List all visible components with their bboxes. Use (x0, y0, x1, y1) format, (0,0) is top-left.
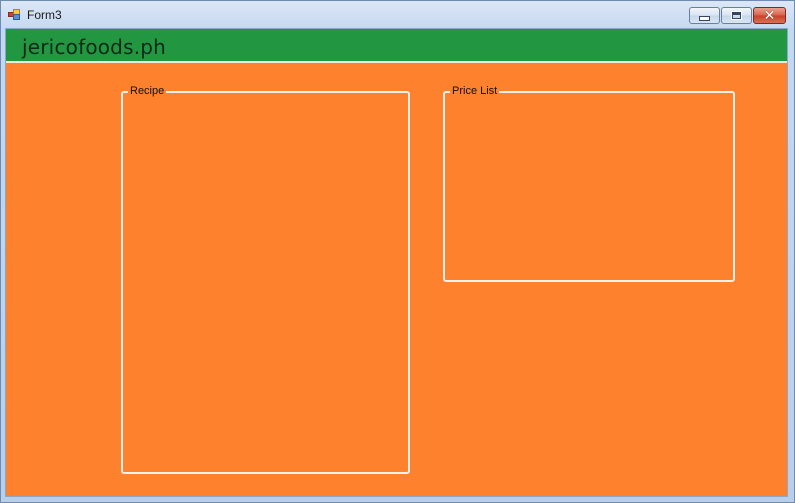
price-list-groupbox: Price List (443, 85, 735, 282)
app-icon (8, 9, 20, 20)
minimize-icon (699, 16, 710, 21)
form-client-area: jericofoods.ph Recipe Price List (5, 28, 788, 497)
window-title: Form3 (27, 8, 62, 22)
form3-window: Form3 ✕ jericofoods.ph Recipe Price List (0, 0, 795, 503)
brand-title: jericofoods.ph (22, 35, 167, 59)
minimize-button[interactable] (689, 7, 720, 24)
brand-header: jericofoods.ph (6, 29, 787, 63)
close-button[interactable]: ✕ (753, 7, 786, 24)
maximize-icon (731, 11, 742, 20)
recipe-groupbox: Recipe (121, 85, 410, 474)
recipe-groupbox-label: Recipe (128, 85, 167, 98)
close-icon: ✕ (763, 7, 776, 24)
title-bar[interactable]: Form3 ✕ (1, 1, 794, 28)
price-list-groupbox-label: Price List (450, 85, 500, 98)
maximize-button[interactable] (721, 7, 752, 24)
